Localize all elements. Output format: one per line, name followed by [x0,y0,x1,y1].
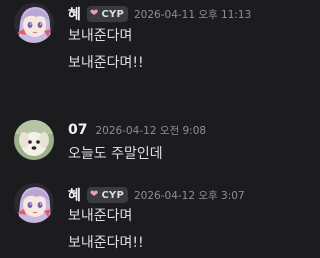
username[interactable]: 혜 [68,4,81,24]
anime-girl-avatar-icon [14,183,54,223]
timestamp: 2026-04-11 오후 11:13 [134,8,252,21]
message-text: 보내준다며 [68,208,133,224]
message-item[interactable]: 혜 ❤ CYP 2026-04-12 오후 3:07 보내준다며 보내준다며!! [0,180,268,258]
message-item[interactable]: 혜 ❤ CYP 2026-04-11 오후 11:13 보내준다며 보내준다며!… [0,0,268,80]
avatar[interactable] [14,183,54,223]
message-header: 07 2026-04-12 오전 9:08 [68,120,206,140]
username[interactable]: 07 [68,122,87,138]
anime-girl-avatar-icon [14,3,54,43]
avatar[interactable] [14,120,54,160]
tag-label: CYP [101,189,124,201]
avatar[interactable] [14,3,54,43]
timestamp: 2026-04-12 오전 9:08 [95,124,207,137]
message-header: 혜 ❤ CYP 2026-04-12 오후 3:07 [68,185,245,205]
message-item[interactable]: 07 2026-04-12 오전 9:08 오늘도 주말인데 [0,118,268,168]
message-text: 보내준다며!! [68,235,144,251]
white-puppy-avatar-icon [14,120,54,160]
message-text: 보내준다며 [68,28,133,44]
tag-label: CYP [101,8,124,20]
username[interactable]: 혜 [68,185,81,205]
user-tag[interactable]: ❤ CYP [86,6,128,22]
message-feed: 혜 ❤ CYP 2026-04-11 오후 11:13 보내준다며 보내준다며!… [0,0,268,258]
message-header: 혜 ❤ CYP 2026-04-11 오후 11:13 [68,4,251,24]
heart-icon: ❤ [89,189,99,200]
timestamp: 2026-04-12 오후 3:07 [134,189,245,202]
user-tag[interactable]: ❤ CYP [86,187,128,203]
message-text: 오늘도 주말인데 [68,146,163,162]
message-text: 보내준다며!! [68,55,144,71]
heart-icon: ❤ [89,8,99,19]
